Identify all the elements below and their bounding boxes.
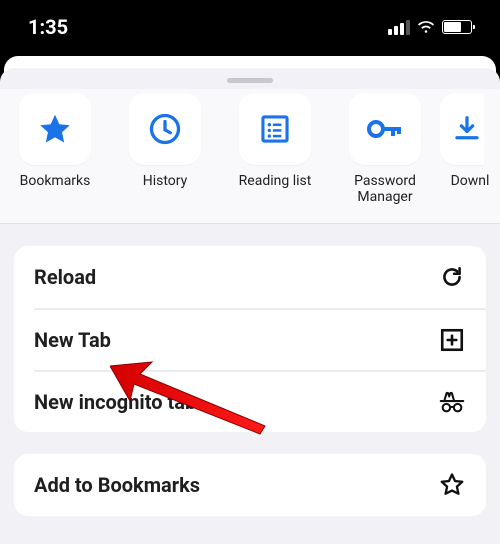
menu-sheet: Bookmarks History Reading list Password … (0, 68, 500, 544)
status-indicators (388, 20, 472, 35)
shortcut-label: Downl (451, 173, 490, 189)
status-time: 1:35 (28, 15, 68, 39)
star-icon (19, 93, 91, 165)
shortcut-label: Reading list (239, 173, 312, 189)
battery-icon (442, 20, 472, 34)
menu-group-2: Add to Bookmarks (14, 454, 486, 516)
cellular-signal-icon (388, 20, 410, 35)
shortcut-password-manager[interactable]: Password Manager (330, 93, 440, 205)
status-bar: 1:35 (0, 0, 500, 54)
shortcut-history[interactable]: History (110, 93, 220, 205)
download-icon (440, 93, 484, 165)
menu-item-new-incognito-tab[interactable]: New incognito tab (34, 370, 486, 432)
shortcut-downloads[interactable]: Downl (440, 93, 500, 205)
shortcut-reading-list[interactable]: Reading list (220, 93, 330, 205)
shortcut-label: Password Manager (354, 173, 416, 205)
shortcut-bookmarks[interactable]: Bookmarks (0, 93, 110, 205)
shortcut-label: Bookmarks (20, 173, 91, 189)
star-outline-icon (438, 471, 466, 499)
list-icon (239, 93, 311, 165)
menu-group-1: Reload New Tab New incognito tab (14, 246, 486, 432)
menu-item-add-to-bookmarks[interactable]: Add to Bookmarks (14, 454, 486, 516)
menu-item-reload[interactable]: Reload (14, 246, 486, 308)
reload-icon (438, 263, 466, 291)
menu-item-label: Reload (34, 265, 96, 289)
menu-item-label: Add to Bookmarks (34, 473, 200, 497)
clock-icon (129, 93, 201, 165)
plus-box-icon (438, 326, 466, 354)
sheet-grabber[interactable] (227, 78, 273, 83)
menu-groups: Reload New Tab New incognito tab Add (0, 224, 500, 516)
incognito-icon (438, 388, 466, 416)
key-icon (349, 93, 421, 165)
shortcuts-row: Bookmarks History Reading list Password … (0, 89, 500, 224)
menu-item-label: New Tab (34, 328, 111, 352)
menu-item-new-tab[interactable]: New Tab (34, 308, 486, 370)
shortcut-label: History (143, 173, 188, 189)
wifi-icon (416, 20, 436, 34)
menu-item-label: New incognito tab (34, 390, 196, 414)
